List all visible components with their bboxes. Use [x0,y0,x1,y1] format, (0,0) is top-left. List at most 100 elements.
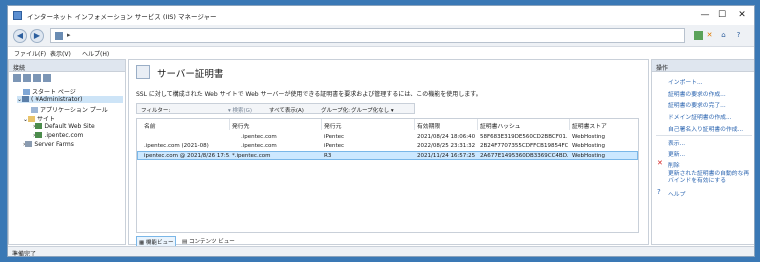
cell-store: WebHosting [572,153,606,159]
tree-item-server[interactable]: ⌄( ¥Administrator) [17,96,123,103]
page-title: サーバー証明書 [157,69,224,80]
start-page-icon [23,89,30,95]
cell-issuer: iPentec [324,134,345,140]
tree-item-ipentec-site[interactable]: › .ipentec.com [33,132,83,139]
server-icon [22,96,30,102]
column-divider[interactable] [414,119,415,130]
maximize-button[interactable]: ☐ [715,9,729,21]
cell-name: .ipentec.com (2021-08) [144,143,209,149]
group-by-select[interactable]: グループ化なし ▾ [351,106,394,114]
actions-header: 操作 [652,60,754,72]
column-divider[interactable] [229,119,230,130]
action-help[interactable]: ヘルプ [668,189,685,198]
action-view[interactable]: 表示... [668,138,685,147]
status-bar: 準備完了 [8,246,754,257]
filter-input[interactable]: フィルター: [141,106,170,114]
cell-hash: 2B24F7707355CDFFCB19854FC... [480,143,568,149]
cell-expiration: 2021/11/24 16:57:25 [417,153,476,159]
table-row[interactable]: .ipentec.com iPentec 2021/08/24 18:06:40… [137,133,638,142]
save-icon[interactable] [23,74,31,82]
tree-item-sites[interactable]: ⌄ サイト [23,114,55,123]
delete-icon: ✕ [657,159,663,167]
server-farms-icon [25,141,33,147]
menu-view[interactable]: 表示(V) [50,49,71,58]
search-button[interactable]: ▾ 検索(G) [228,106,252,114]
connections-pane: 接続 スタート ページ ⌄( ¥Administrator) アプリケーション … [8,59,126,245]
disconnect-icon[interactable] [43,74,51,82]
up-icon[interactable] [33,74,41,82]
iis-manager-window: インターネット インフォメーション サービス (IIS) マネージャー — ☐ … [7,5,755,257]
cell-issued-to: *.ipentec.com [232,153,271,159]
stop-icon[interactable]: ✕ [705,31,714,40]
connect-icon[interactable] [13,74,21,82]
column-divider[interactable] [321,119,322,130]
help-icon: ? [657,188,661,196]
table-row[interactable]: .ipentec.com (2021-08) .ipentec.com iPen… [137,142,638,151]
column-divider[interactable] [477,119,478,130]
home-icon[interactable]: ⌂ [719,31,728,40]
tree-item-app-pools[interactable]: アプリケーション プール [31,105,108,114]
feature-pane: サーバー証明書 SSL に対して構成された Web サイトで Web サーバーが… [128,59,649,248]
app-pool-icon [31,107,38,113]
status-text: 準備完了 [12,251,37,257]
action-create-request[interactable]: 証明書の要求の作成... [668,89,726,98]
forward-button[interactable]: ▶ [30,29,44,43]
certificate-table: 名前 発行先 発行元 有効期限 証明書ハッシュ 証明書ストア .ipentec.… [136,118,639,233]
connections-toolbar [13,74,53,84]
action-complete-request[interactable]: 証明書の要求の完了... [668,100,726,109]
address-toolbar: ◀ ▶ ▸ ✕ ⌂ ? [8,25,754,47]
action-create-domain-cert[interactable]: ドメイン証明書の作成... [668,112,732,121]
cell-expiration: 2022/08/25 23:31:32 [417,143,476,149]
feature-description: SSL に対して構成された Web サイトで Web サーバーが使用できる証明書… [136,91,482,98]
filter-bar: フィルター: ▾ 検索(G) すべて表示(A) グループ化: グループ化なし ▾ [136,103,415,114]
window-title: インターネット インフォメーション サービス (IIS) マネージャー [27,13,217,21]
tree-item-start-page[interactable]: スタート ページ [23,87,76,96]
table-row-selected[interactable]: ipentec.com @ 2021/8/26 17:5... *.ipente… [137,151,638,160]
column-header-issued-to[interactable]: 発行先 [232,121,249,130]
action-delete[interactable]: 削除 [668,160,680,169]
column-header-expiration[interactable]: 有効期限 [417,121,440,130]
action-create-self-signed[interactable]: 自己署名入り証明書の作成... [668,124,743,133]
help-icon[interactable]: ? [734,31,743,40]
column-header-name[interactable]: 名前 [144,121,156,130]
menu-bar: ファイル(F) 表示(V) ヘルプ(H) [8,47,754,58]
tree-item-server-farms[interactable]: › Server Farms [23,141,74,148]
cell-store: WebHosting [572,134,606,140]
server-icon [55,32,63,40]
menu-file[interactable]: ファイル(F) [14,49,46,58]
tab-content-view[interactable]: ▤ コンテンツ ビュー [180,236,237,246]
tree-item-default-web-site[interactable]: › Default Web Site [33,123,95,130]
cell-hash: 2A677E1495360DB3369CC4BD... [480,153,568,159]
cell-issuer: iPentec [324,143,345,149]
network-icon[interactable] [694,31,703,40]
cell-issued-to: .ipentec.com [241,134,277,140]
menu-help[interactable]: ヘルプ(H) [82,49,109,58]
actions-pane: 操作 インポート... 証明書の要求の作成... 証明書の要求の完了... ドメ… [651,59,754,245]
show-all-button[interactable]: すべて表示(A) [269,106,304,114]
column-header-issuer[interactable]: 発行元 [324,121,341,130]
close-button[interactable]: ✕ [735,9,749,21]
action-enable-auto-rebind[interactable]: 更新された証明書の自動的な再バインドを有効にする [668,171,754,185]
action-renew[interactable]: 更新... [668,149,685,158]
connections-header: 接続 [9,60,125,72]
cell-name: ipentec.com @ 2021/8/26 17:5... [144,153,230,159]
group-by-label: グループ化: [321,108,351,114]
sites-folder-icon [28,116,36,122]
content-view-icon: ▤ [182,239,189,245]
column-header-hash[interactable]: 証明書ハッシュ [480,121,521,130]
cell-store: WebHosting [572,143,606,149]
cell-hash: 58F683E319DE560CD2BBCF01... [480,134,568,140]
column-divider[interactable] [569,119,570,130]
cell-issuer: R3 [324,153,332,159]
minimize-button[interactable]: — [698,9,712,21]
certificate-icon [136,65,150,79]
divider [656,135,752,136]
back-button[interactable]: ◀ [13,29,27,43]
breadcrumb-arrow[interactable]: ▸ [67,31,71,39]
chevron-down-icon: ▾ [390,108,394,114]
column-header-store[interactable]: 証明書ストア [572,121,607,130]
cell-issued-to: .ipentec.com [241,143,277,149]
action-import[interactable]: インポート... [668,77,703,86]
address-bar[interactable]: ▸ [50,28,685,43]
title-bar: インターネット インフォメーション サービス (IIS) マネージャー — ☐ … [8,6,754,25]
